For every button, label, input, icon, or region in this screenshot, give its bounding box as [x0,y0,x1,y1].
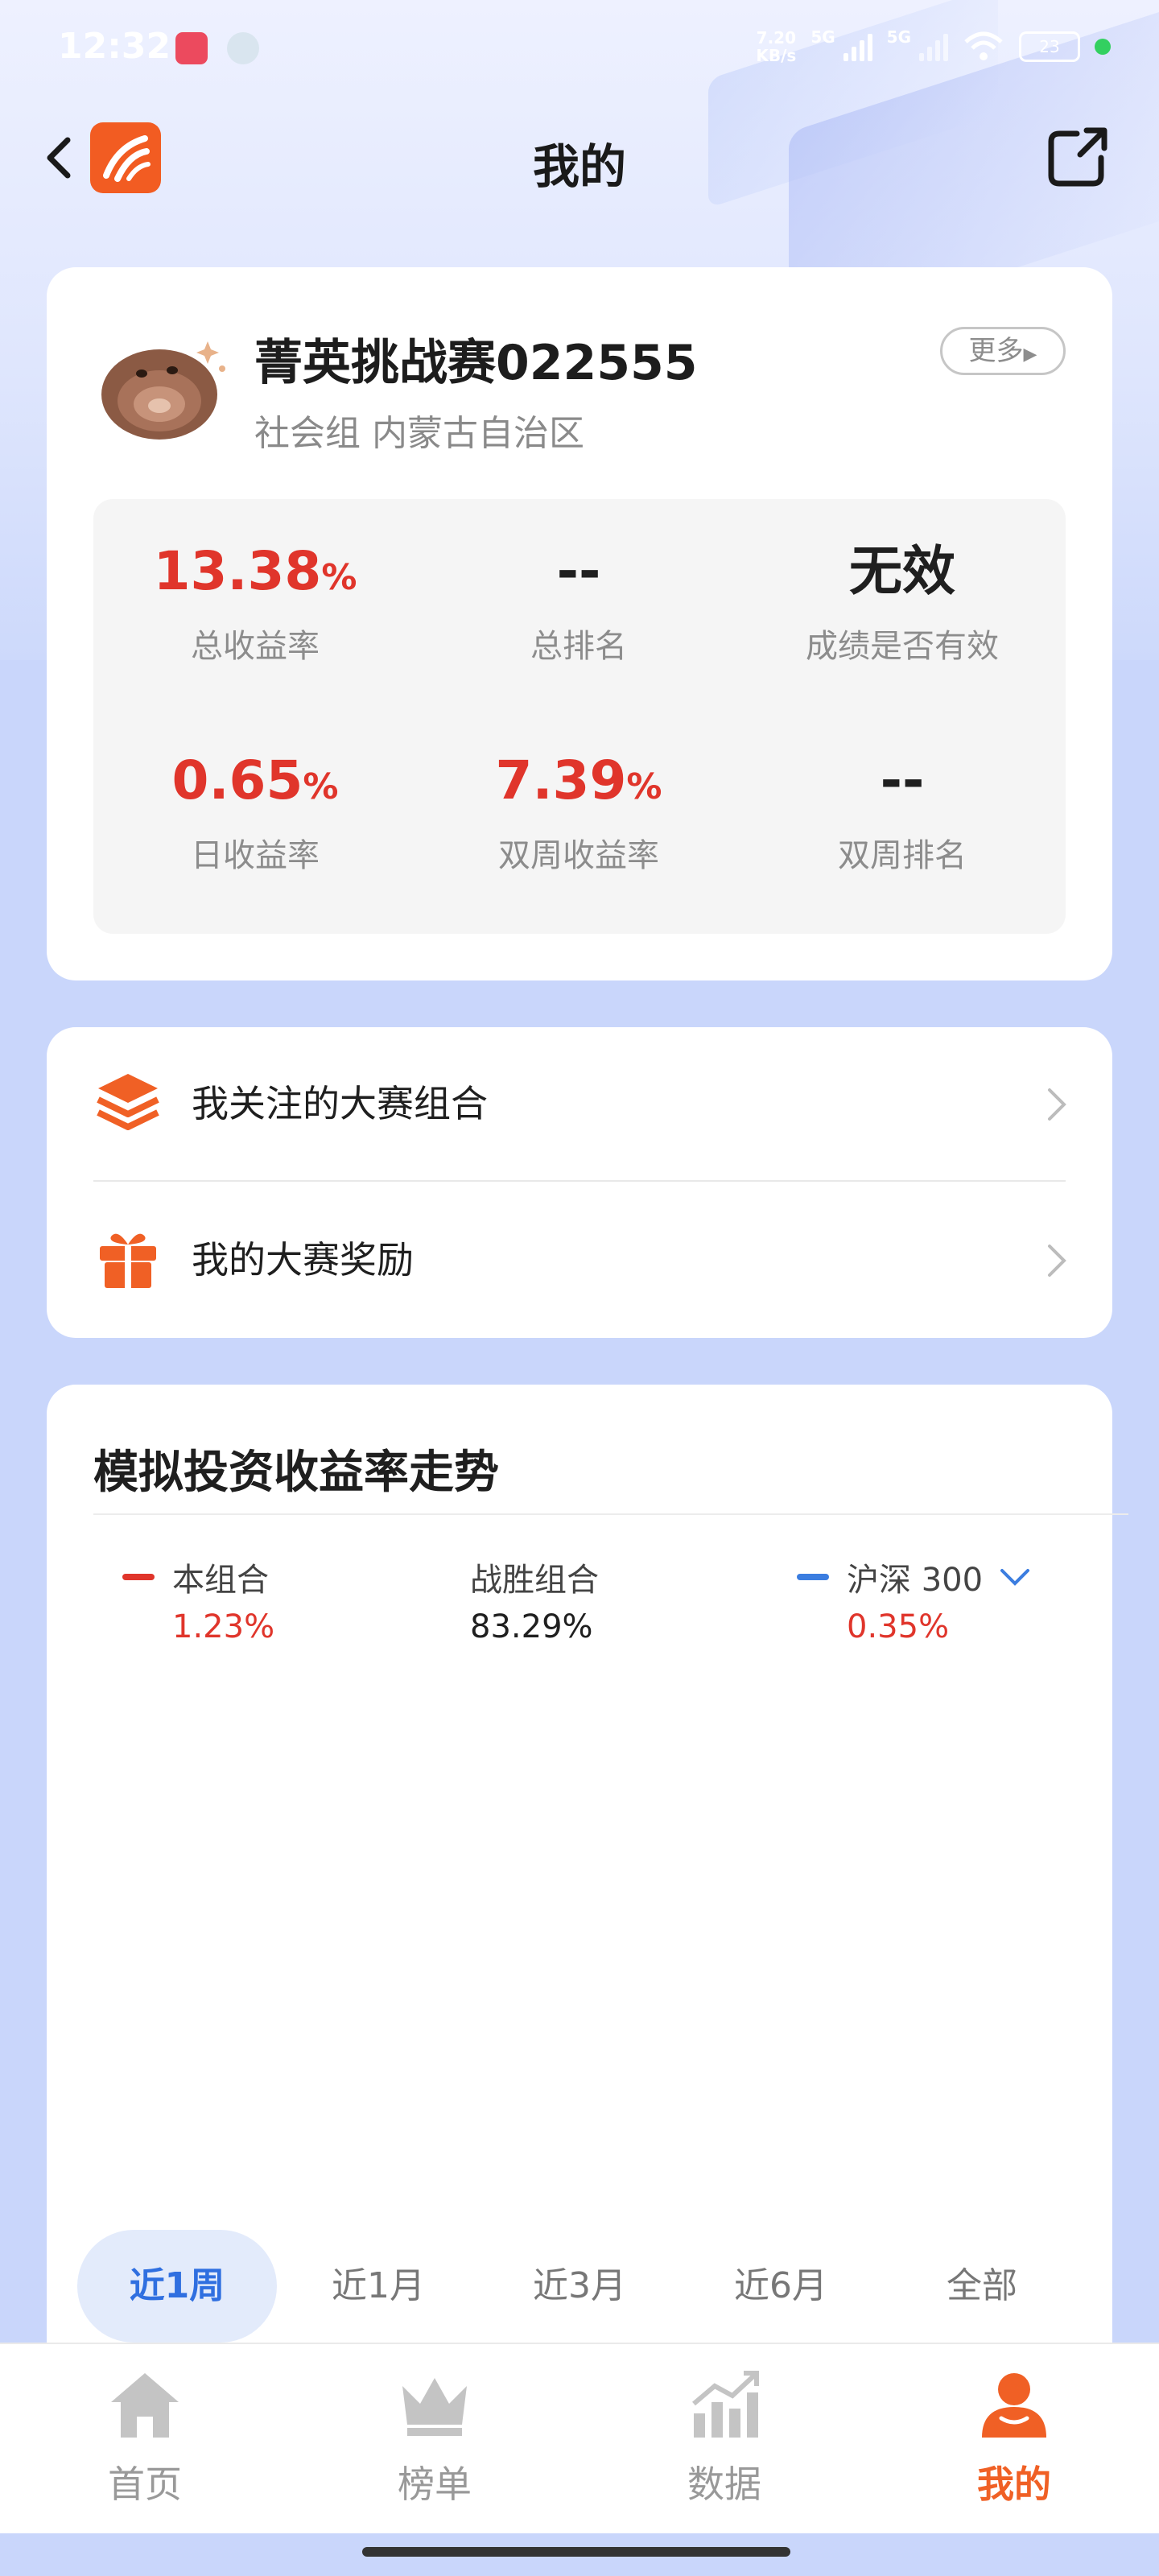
user-icon [982,2373,1046,2438]
return-trend-card: 模拟投资收益率走势 本组合 1.23% 战胜组合 83.29% 沪深 300 0… [47,1385,1128,2375]
avatar[interactable] [95,324,232,444]
legend-portfolio: 本组合 1.23% [122,1554,274,1645]
home-icon [111,2373,179,2438]
username: 菁英挑战赛022555 [254,335,698,391]
bottom-nav: 首页 榜单 数据 我的 [0,2343,1159,2533]
status-icons: 7.20 KB/s 5G 5G 23 [756,27,1111,65]
links-card: 我关注的大赛组合 我的大赛奖励 [47,1027,1112,1338]
range-tab-1m[interactable]: 近1月 [278,2230,478,2343]
range-tab-all[interactable]: 全部 [882,2230,1082,2343]
notification-app-icon [175,32,208,64]
layers-icon [97,1074,159,1130]
legend-line [122,1574,155,1580]
legend-line [797,1574,829,1580]
range-tab-3m[interactable]: 近3月 [480,2230,679,2343]
chevron-right-icon [1048,1245,1066,1277]
chart-area [93,1674,1066,2206]
gift-icon [100,1233,156,1288]
sim2-type: 5G [886,27,911,47]
chevron-down-icon[interactable] [996,1564,1034,1590]
chevron-right-icon [1048,1088,1066,1121]
wifi-icon [964,31,1003,60]
status-time: 12:32 [58,26,171,67]
notification-app-icon [227,32,259,64]
contest-rewards-link[interactable]: 我的大赛奖励 [47,1183,1112,1336]
nav-home[interactable]: 首页 [48,2368,241,2508]
legend-beat-portfolios: 战胜组合 83.29% [470,1562,599,1645]
chart-icon [692,2371,759,2438]
chart-title: 模拟投资收益率走势 [93,1447,499,1499]
privacy-indicator [1095,39,1111,55]
home-indicator[interactable] [362,2547,790,2557]
nav-data[interactable]: 数据 [628,2368,821,2508]
divider [93,1180,1066,1182]
nav-me[interactable]: 我的 [918,2368,1111,2508]
sim1-type: 5G [810,27,835,47]
signal-icon [919,32,948,61]
signal-icon [843,32,872,61]
profile-card: 菁英挑战赛022555 社会组 内蒙古自治区 更多▶ 13.38% 总收益率 -… [47,267,1112,980]
more-button[interactable]: 更多▶ [940,327,1066,375]
stat-biweekly-rank: -- 双周排名 [838,749,967,874]
range-tab-1w[interactable]: 近1周 [77,2230,277,2343]
crown-icon [402,2378,467,2436]
triangle-right-icon: ▶ [1023,345,1037,365]
network-speed: 7.20 KB/s [756,28,797,65]
legend-benchmark[interactable]: 沪深 300 0.35% [797,1554,1034,1645]
nav-rankings[interactable]: 榜单 [338,2368,531,2508]
range-tabs: 近1周 近1月 近3月 近6月 全部 [77,2230,1083,2343]
divider [93,1513,1128,1515]
stat-biweekly-return: 7.39% 双周收益率 [495,749,662,874]
stat-total-return: 13.38% 总收益率 [153,540,357,665]
stat-validity: 无效 成绩是否有效 [806,540,999,665]
stat-total-rank: -- 总排名 [530,540,627,665]
page-title: 我的 [532,139,626,194]
followed-portfolios-link[interactable]: 我关注的大赛组合 [47,1027,1112,1180]
battery-icon: 23 [1019,31,1080,62]
stats-panel: 13.38% 总收益率 -- 总排名 无效 成绩是否有效 0.65% 日收益率 … [93,499,1066,934]
range-tab-6m[interactable]: 近6月 [681,2230,881,2343]
link-label: 我的大赛奖励 [192,1238,414,1282]
group-region: 社会组 内蒙古自治区 [254,413,584,454]
link-label: 我关注的大赛组合 [192,1082,488,1125]
share-icon[interactable] [1041,121,1114,193]
stat-daily-return: 0.65% 日收益率 [171,749,339,874]
